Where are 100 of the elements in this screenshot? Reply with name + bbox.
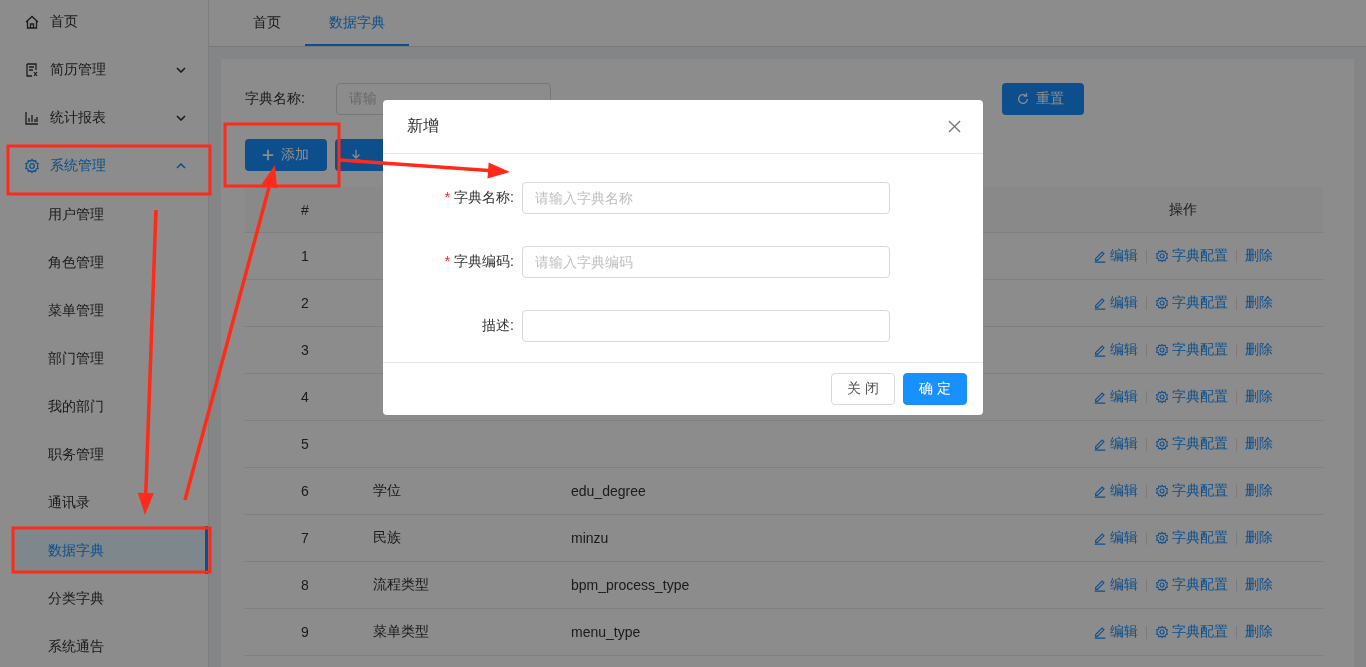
action-link[interactable]: 编辑 <box>1110 388 1138 406</box>
submenu-item[interactable]: 系统通告 <box>0 622 208 667</box>
form-label: 字典编码: <box>454 253 514 269</box>
settings-icon <box>1155 437 1169 451</box>
submenu-item[interactable]: 用户管理 <box>0 190 208 238</box>
input-field[interactable]: 请输入字典编码 <box>522 246 890 278</box>
action-link[interactable]: 编辑 <box>1110 341 1138 359</box>
action-link[interactable]: 字典配置 <box>1172 529 1228 547</box>
settings-icon <box>1155 390 1169 404</box>
action-link[interactable]: 删除 <box>1245 529 1273 547</box>
submenu-item[interactable]: 职务管理 <box>0 430 208 478</box>
tab[interactable]: 数据字典 <box>305 0 409 46</box>
action-link[interactable]: 删除 <box>1245 576 1273 594</box>
action-link[interactable]: 字典配置 <box>1172 576 1228 594</box>
form-label: 字典名称: <box>454 189 514 205</box>
input-field[interactable] <box>522 310 890 342</box>
settings-icon <box>24 158 40 174</box>
home-icon <box>24 14 40 30</box>
action-link[interactable]: 编辑 <box>1110 623 1138 641</box>
settings-icon <box>1155 484 1169 498</box>
edit-icon <box>1093 625 1107 639</box>
edit-icon <box>1093 484 1107 498</box>
menu-item[interactable]: 统计报表 <box>0 94 208 142</box>
refresh-icon <box>1016 92 1030 106</box>
action-link[interactable]: 编辑 <box>1110 247 1138 265</box>
table-cell: 菜单类型 <box>373 623 429 639</box>
table-cell: 民族 <box>373 529 401 545</box>
edit-icon <box>1093 578 1107 592</box>
action-link[interactable]: 删除 <box>1245 388 1273 406</box>
settings-icon <box>1155 249 1169 263</box>
table-cell: minzu <box>571 530 609 546</box>
edit-icon <box>1093 437 1107 451</box>
action-link[interactable]: 字典配置 <box>1172 623 1228 641</box>
settings-icon <box>1155 578 1169 592</box>
submenu-item[interactable]: 数据字典 <box>14 526 208 574</box>
action-link[interactable]: 字典配置 <box>1172 247 1228 265</box>
column-header: 操作 <box>1169 200 1197 219</box>
settings-icon <box>1155 531 1169 545</box>
action-link[interactable]: 删除 <box>1245 341 1273 359</box>
bar-chart-icon <box>24 110 40 126</box>
table-cell: 6 <box>301 483 309 499</box>
edit-icon <box>1093 343 1107 357</box>
action-link[interactable]: 编辑 <box>1110 294 1138 312</box>
required-mark: * <box>444 189 451 205</box>
menu-item[interactable]: 系统管理 <box>0 142 208 190</box>
document-icon <box>24 62 40 78</box>
table-cell: menu_type <box>571 624 641 640</box>
reset-button[interactable]: 重置 <box>1002 83 1084 115</box>
action-link[interactable]: 删除 <box>1245 435 1273 453</box>
add-button[interactable]: 添加 <box>245 139 327 171</box>
input-field[interactable]: 请输入字典名称 <box>522 182 890 214</box>
tab[interactable]: 首页 <box>229 0 305 44</box>
action-link[interactable]: 字典配置 <box>1172 294 1228 312</box>
close-button[interactable]: 关 闭 <box>831 373 895 405</box>
action-link[interactable]: 删除 <box>1245 294 1273 312</box>
plus-icon <box>261 148 275 162</box>
submenu-item[interactable]: 角色管理 <box>0 238 208 286</box>
menu-item[interactable]: 首页 <box>0 0 208 46</box>
action-link[interactable]: 删除 <box>1245 482 1273 500</box>
action-link[interactable]: 字典配置 <box>1172 435 1228 453</box>
submenu-item[interactable]: 菜单管理 <box>0 286 208 334</box>
edit-icon <box>1093 531 1107 545</box>
table-cell: 5 <box>301 436 309 452</box>
required-mark: * <box>444 253 451 269</box>
action-link[interactable]: 编辑 <box>1110 576 1138 594</box>
chevron-up-icon <box>176 163 186 169</box>
submenu-item[interactable]: 通讯录 <box>0 478 208 526</box>
table-cell: 8 <box>301 577 309 593</box>
settings-icon <box>1155 625 1169 639</box>
table-cell: 3 <box>301 342 309 358</box>
submenu-item[interactable]: 分类字典 <box>0 574 208 622</box>
action-link[interactable]: 删除 <box>1245 623 1273 641</box>
table-cell: 4 <box>301 389 309 405</box>
table-cell: 2 <box>301 295 309 311</box>
chevron-down-icon <box>176 67 186 73</box>
edit-icon <box>1093 390 1107 404</box>
submenu-item[interactable]: 部门管理 <box>0 334 208 382</box>
action-link[interactable]: 编辑 <box>1110 529 1138 547</box>
action-link[interactable]: 字典配置 <box>1172 482 1228 500</box>
action-link[interactable]: 字典配置 <box>1172 388 1228 406</box>
close-icon[interactable] <box>948 120 961 133</box>
confirm-button[interactable]: 确 定 <box>903 373 967 405</box>
action-link[interactable]: 编辑 <box>1110 482 1138 500</box>
table-cell: 1 <box>301 248 309 264</box>
menu-item[interactable]: 简历管理 <box>0 46 208 94</box>
edit-icon <box>1093 249 1107 263</box>
chevron-down-icon <box>176 115 186 121</box>
action-link[interactable]: 删除 <box>1245 247 1273 265</box>
table-cell: 9 <box>301 624 309 640</box>
table-cell: bpm_process_type <box>571 577 690 593</box>
table-cell: 学位 <box>373 482 401 498</box>
table-cell: edu_degree <box>571 483 646 499</box>
action-link[interactable]: 字典配置 <box>1172 341 1228 359</box>
form-label: 描述: <box>482 317 514 333</box>
action-link[interactable]: 编辑 <box>1110 435 1138 453</box>
field-label: 字典名称: <box>245 90 306 108</box>
dialog-title: 新增 <box>407 116 439 136</box>
submenu-item[interactable]: 我的部门 <box>0 382 208 430</box>
settings-icon <box>1155 296 1169 310</box>
table-cell: 7 <box>301 530 309 546</box>
